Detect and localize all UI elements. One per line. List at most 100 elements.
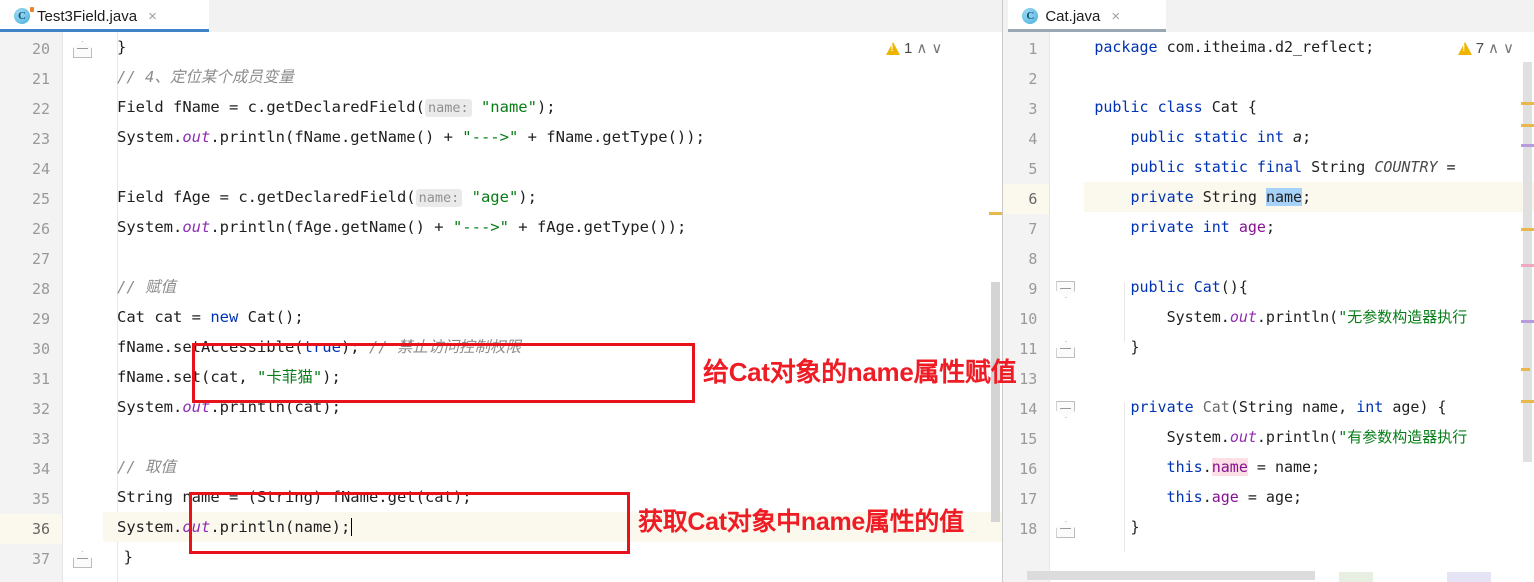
tab-bar-right: C Cat.java × <box>1003 0 1534 32</box>
code-line: public static final String COUNTRY = <box>1130 158 1456 176</box>
close-icon[interactable]: × <box>1111 9 1120 24</box>
line-number: 15 <box>1019 430 1038 448</box>
warning-triangle-icon <box>886 42 901 55</box>
chevron-down-icon[interactable]: ∨ <box>931 41 942 56</box>
vertical-scrollbar-thumb-left[interactable] <box>991 282 1001 522</box>
line-number-current: 6 <box>1003 184 1050 214</box>
line-number: 28 <box>31 280 50 298</box>
code-line: // 赋值 <box>117 278 176 296</box>
code-line: System.out.println(cat); <box>117 398 341 416</box>
fold-gutter-left[interactable] <box>62 32 103 582</box>
line-number-gutter-left[interactable]: 20 21 22 23 24 25 26 27 28 29 30 31 32 3… <box>0 32 62 582</box>
code-line: } <box>1094 338 1140 356</box>
scroll-marker-warning[interactable] <box>1521 124 1534 127</box>
vertical-scrollbar-right[interactable] <box>1521 32 1534 582</box>
scroll-marker-info[interactable] <box>1521 320 1534 323</box>
horizontal-scrollbar-thumb[interactable] <box>1027 571 1316 580</box>
fold-marker-down-icon[interactable] <box>1056 281 1076 298</box>
fold-marker-down-icon[interactable] <box>1056 401 1076 418</box>
line-number: 3 <box>1028 100 1038 118</box>
line-number-current: 36 <box>0 514 62 544</box>
chevron-up-icon[interactable]: ∧ <box>916 41 927 56</box>
annotation-text-set-name: 给Cat对象的name属性赋值 <box>703 357 1017 387</box>
tab-label: Cat.java <box>1045 7 1101 25</box>
line-number: 7 <box>1028 220 1038 238</box>
code-line: private int age; <box>1130 218 1275 236</box>
code-line: } <box>105 548 133 566</box>
code-line: public static int a; <box>1130 128 1312 146</box>
warning-count: 1 <box>904 40 913 57</box>
fold-marker-up-icon[interactable] <box>1056 521 1076 538</box>
line-number: 5 <box>1028 160 1038 178</box>
scroll-marker-warning[interactable] <box>1521 102 1534 105</box>
status-marker-blue <box>1447 572 1492 582</box>
code-line: public class Cat { <box>1094 98 1257 116</box>
chevron-down-icon[interactable]: ∨ <box>1503 41 1514 56</box>
code-editor-right[interactable]: 1 2 3 4 5 6 7 8 9 10 11 13 14 15 16 17 1… <box>1003 32 1534 582</box>
warning-count: 7 <box>1475 40 1485 57</box>
java-class-icon: C <box>14 7 34 24</box>
line-number: 24 <box>31 160 50 178</box>
code-line: // 取值 <box>117 458 176 476</box>
code-line: Field fName = c.getDeclaredField(name: "… <box>117 98 556 117</box>
line-number: 2 <box>1028 70 1038 88</box>
horizontal-scrollbar-right[interactable] <box>1027 571 1520 582</box>
code-line: // 4、定位某个成员变量 <box>117 68 294 86</box>
parameter-hint: name: <box>424 99 472 117</box>
code-line: } <box>1094 518 1140 536</box>
line-number: 18 <box>1019 520 1038 538</box>
line-number: 10 <box>1019 310 1038 328</box>
tab-cat-java[interactable]: C Cat.java × <box>1008 0 1167 32</box>
code-line: Cat cat = new Cat(); <box>117 308 304 326</box>
code-line: this.age = age; <box>1166 488 1303 506</box>
fold-marker-up-icon[interactable] <box>1056 341 1076 358</box>
fold-marker-up-icon[interactable] <box>73 551 92 568</box>
line-number: 14 <box>1019 400 1038 418</box>
scroll-marker-usage[interactable] <box>1521 264 1534 267</box>
code-line: System.out.println("有参数构造器执行 <box>1094 428 1468 446</box>
line-number: 8 <box>1028 250 1038 268</box>
java-class-icon-letter: C <box>18 10 26 22</box>
editor-pane-left: C Test3Field.java × 20 21 22 23 24 25 26… <box>0 0 1004 582</box>
line-number: 20 <box>31 40 50 58</box>
scroll-marker-info[interactable] <box>1521 144 1534 147</box>
line-number: 16 <box>1019 460 1038 478</box>
chevron-up-icon[interactable]: ∧ <box>1488 41 1499 56</box>
line-number: 29 <box>31 310 50 328</box>
close-icon[interactable]: × <box>148 9 157 24</box>
java-class-icon: C <box>1022 8 1039 24</box>
warning-triangle-icon <box>1457 42 1472 55</box>
code-area-left[interactable]: } // 4、定位某个成员变量 Field fName = c.getDecla… <box>103 32 1003 582</box>
line-number: 9 <box>1028 280 1038 298</box>
tab-test3field-java[interactable]: C Test3Field.java × <box>0 0 209 32</box>
line-number: 4 <box>1028 130 1038 148</box>
code-line: public Cat(){ <box>1130 278 1248 296</box>
line-number-gutter-right[interactable]: 1 2 3 4 5 6 7 8 9 10 11 13 14 15 16 17 1… <box>1003 32 1050 582</box>
line-number: 27 <box>31 250 50 268</box>
scroll-marker-warning[interactable] <box>989 212 1003 215</box>
scroll-marker-warning[interactable] <box>1521 368 1530 371</box>
scroll-marker-warning[interactable] <box>1521 228 1534 231</box>
code-area-right[interactable]: package com.itheima.d2_reflect; public c… <box>1084 32 1534 582</box>
fold-marker-up-icon[interactable] <box>73 41 92 58</box>
scroll-marker-warning[interactable] <box>1521 400 1534 403</box>
fold-gutter-right[interactable] <box>1049 32 1085 582</box>
line-number: 30 <box>31 340 50 358</box>
inspection-widget-left[interactable]: 1 ∧ ∨ <box>884 38 945 59</box>
line-number: 25 <box>31 190 50 208</box>
code-line: System.out.println(fAge.getName() + "---… <box>117 218 687 236</box>
vertical-scrollbar-left[interactable] <box>989 32 1003 582</box>
code-editor-left[interactable]: 20 21 22 23 24 25 26 27 28 29 30 31 32 3… <box>0 32 1003 582</box>
annotation-text-get-name: 获取Cat对象中name属性的值 <box>638 508 964 536</box>
line-number: 32 <box>31 400 50 418</box>
code-line: } <box>117 38 127 56</box>
editor-pane-right: C Cat.java × 1 2 3 4 5 6 7 8 9 10 11 13 … <box>1003 0 1534 582</box>
line-number: 34 <box>31 460 50 478</box>
code-line: Field fAge = c.getDeclaredField(name: "a… <box>117 188 537 207</box>
inspection-widget-right[interactable]: 7 ∧ ∨ <box>1455 38 1516 59</box>
